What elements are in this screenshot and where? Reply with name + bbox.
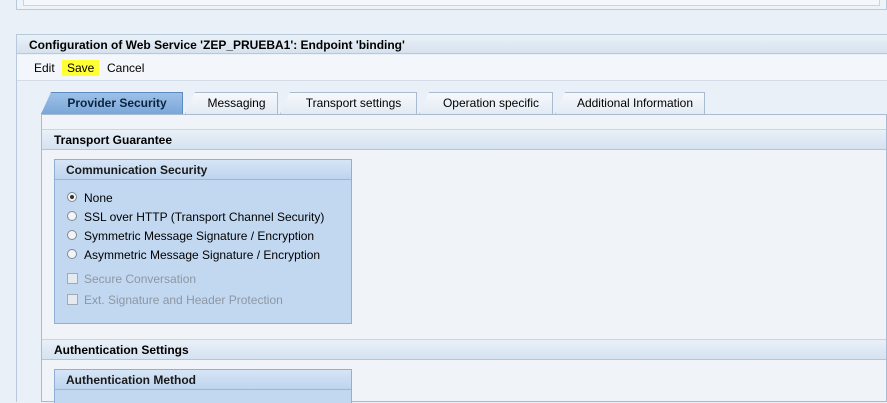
edit-button[interactable]: Edit <box>31 60 58 76</box>
radio-label: SSL over HTTP (Transport Channel Securit… <box>84 210 325 224</box>
communication-security-header: Communication Security <box>55 160 351 180</box>
tab-transport-settings[interactable]: Transport settings <box>280 92 417 114</box>
authentication-method-header: Authentication Method <box>55 370 351 390</box>
tab-additional-information[interactable]: Additional Information <box>555 92 705 114</box>
checkbox-label: Secure Conversation <box>84 272 197 286</box>
toolbar: Edit Save Cancel <box>17 55 887 81</box>
cancel-button[interactable]: Cancel <box>104 60 147 76</box>
previous-panel <box>16 0 887 10</box>
panel-title-bar: Configuration of Web Service 'ZEP_PRUEBA… <box>17 34 887 54</box>
radio-button[interactable] <box>67 211 77 221</box>
previous-panel-inner <box>23 0 880 6</box>
checkbox-disabled <box>67 294 78 305</box>
radio-button[interactable] <box>67 249 77 259</box>
authentication-method-group: Authentication Method <box>54 369 352 403</box>
tab-content: Transport Guarantee Communication Securi… <box>41 114 887 403</box>
radio-label: Asymmetric Message Signature / Encryptio… <box>84 248 321 262</box>
transport-guarantee-title: Transport Guarantee <box>54 133 173 147</box>
radio-button-selected[interactable] <box>67 192 77 202</box>
panel-title: Configuration of Web Service 'ZEP_PRUEBA… <box>29 38 405 52</box>
tab-strip: Provider Security Messaging Transport se… <box>41 92 887 114</box>
web-service-config-panel: Configuration of Web Service 'ZEP_PRUEBA… <box>16 34 887 403</box>
tab-operation-specific[interactable]: Operation specific <box>419 92 553 114</box>
communication-security-group: Communication Security None SSL over HTT… <box>54 159 352 324</box>
radio-label: Symmetric Message Signature / Encryption <box>84 229 315 243</box>
transport-guarantee-header[interactable]: Transport Guarantee <box>42 129 886 150</box>
authentication-settings-header[interactable]: Authentication Settings <box>42 339 886 360</box>
checkbox-disabled <box>67 273 78 284</box>
communication-security-title: Communication Security <box>66 163 208 177</box>
tab-messaging[interactable]: Messaging <box>185 92 278 114</box>
radio-label: None <box>84 191 113 205</box>
authentication-method-title: Authentication Method <box>66 373 196 387</box>
radio-button[interactable] <box>67 230 77 240</box>
tab-provider-security[interactable]: Provider Security <box>41 92 183 114</box>
authentication-settings-title: Authentication Settings <box>54 343 189 357</box>
checkbox-label: Ext. Signature and Header Protection <box>84 293 283 307</box>
save-button[interactable]: Save <box>62 60 100 76</box>
